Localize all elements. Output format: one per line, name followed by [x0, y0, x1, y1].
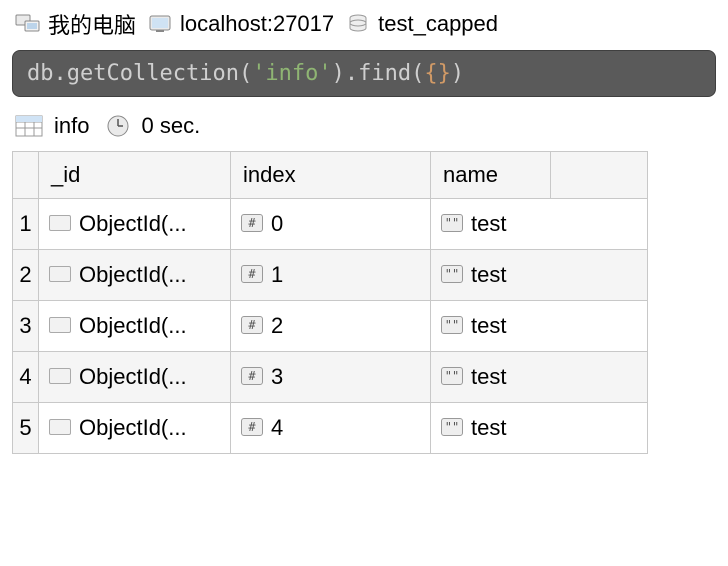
query-timing: 0 sec.: [141, 113, 200, 139]
object-icon: [49, 317, 71, 333]
number-type-icon: #: [241, 214, 263, 232]
string-type-icon: "": [441, 367, 463, 385]
index-text: 4: [271, 415, 283, 440]
index-text: 3: [271, 364, 283, 389]
index-cell[interactable]: #4: [231, 403, 431, 454]
query-method1: getCollection: [67, 61, 239, 86]
breadcrumb-server-label: localhost:27017: [180, 11, 334, 37]
header-name[interactable]: name: [431, 152, 551, 199]
result-tab-bar: info 0 sec.: [0, 107, 728, 151]
id-cell[interactable]: ObjectId(...: [39, 403, 231, 454]
id-text: ObjectId(...: [79, 415, 187, 440]
clock-icon: [105, 113, 131, 139]
string-type-icon: "": [441, 214, 463, 232]
name-text: test: [471, 262, 506, 287]
id-text: ObjectId(...: [79, 313, 187, 338]
breadcrumb-host-label: 我的电脑: [48, 8, 136, 40]
breadcrumb-bar: 我的电脑 localhost:27017 test_capped: [0, 0, 728, 46]
object-icon: [49, 368, 71, 384]
id-text: ObjectId(...: [79, 262, 187, 287]
query-method2: find: [358, 61, 411, 86]
name-cell[interactable]: "" test: [431, 199, 648, 250]
rownum-cell: 1: [13, 199, 39, 250]
number-type-icon: #: [241, 316, 263, 334]
rownum-cell: 4: [13, 352, 39, 403]
breadcrumb-db-label: test_capped: [378, 11, 498, 37]
rownum-cell: 3: [13, 301, 39, 352]
string-type-icon: "": [441, 316, 463, 334]
index-text: 2: [271, 313, 283, 338]
index-cell[interactable]: #3: [231, 352, 431, 403]
name-cell[interactable]: "" test: [431, 301, 648, 352]
index-cell[interactable]: #1: [231, 250, 431, 301]
query-arg-string: 'info': [252, 61, 331, 86]
index-text: 0: [271, 211, 283, 236]
server-icon: [146, 13, 174, 35]
id-cell[interactable]: ObjectId(...: [39, 199, 231, 250]
result-tab-name[interactable]: info: [54, 113, 89, 139]
name-text: test: [471, 313, 506, 338]
breadcrumb-database[interactable]: test_capped: [344, 11, 498, 37]
name-text: test: [471, 364, 506, 389]
database-icon: [344, 13, 372, 35]
rownum-cell: 2: [13, 250, 39, 301]
name-cell[interactable]: "" test: [431, 403, 648, 454]
index-cell[interactable]: #2: [231, 301, 431, 352]
id-cell[interactable]: ObjectId(...: [39, 301, 231, 352]
header-extra: [551, 152, 648, 199]
number-type-icon: #: [241, 418, 263, 436]
name-text: test: [471, 211, 506, 236]
name-cell[interactable]: "" test: [431, 352, 648, 403]
table-header-row: _id index name: [13, 152, 648, 199]
table-row[interactable]: 5 ObjectId(... #4 "" test: [13, 403, 648, 454]
table-icon: [14, 115, 44, 137]
string-type-icon: "": [441, 418, 463, 436]
object-icon: [49, 266, 71, 282]
table-row[interactable]: 3 ObjectId(... #2 "" test: [13, 301, 648, 352]
id-text: ObjectId(...: [79, 364, 187, 389]
header-id[interactable]: _id: [39, 152, 231, 199]
name-cell[interactable]: "" test: [431, 250, 648, 301]
computer-icon: [14, 13, 42, 35]
number-type-icon: #: [241, 367, 263, 385]
table-row[interactable]: 2 ObjectId(... #1 "" test: [13, 250, 648, 301]
id-text: ObjectId(...: [79, 211, 187, 236]
name-text: test: [471, 415, 506, 440]
breadcrumb-server[interactable]: localhost:27017: [146, 11, 334, 37]
index-text: 1: [271, 262, 283, 287]
object-icon: [49, 215, 71, 231]
table-row[interactable]: 4 ObjectId(... #3 "" test: [13, 352, 648, 403]
query-prefix: db: [27, 61, 54, 86]
id-cell[interactable]: ObjectId(...: [39, 250, 231, 301]
query-arg-obj: {}: [424, 61, 451, 86]
number-type-icon: #: [241, 265, 263, 283]
rownum-cell: 5: [13, 403, 39, 454]
object-icon: [49, 419, 71, 435]
string-type-icon: "": [441, 265, 463, 283]
index-cell[interactable]: #0: [231, 199, 431, 250]
header-rownum: [13, 152, 39, 199]
id-cell[interactable]: ObjectId(...: [39, 352, 231, 403]
query-input[interactable]: db.getCollection('info').find({}): [12, 50, 716, 97]
result-table[interactable]: _id index name 1 ObjectId(... #0 "" test 2 Obj…: [12, 151, 648, 454]
table-row[interactable]: 1 ObjectId(... #0 "" test: [13, 199, 648, 250]
header-index[interactable]: index: [231, 152, 431, 199]
breadcrumb-host[interactable]: 我的电脑: [14, 8, 136, 40]
